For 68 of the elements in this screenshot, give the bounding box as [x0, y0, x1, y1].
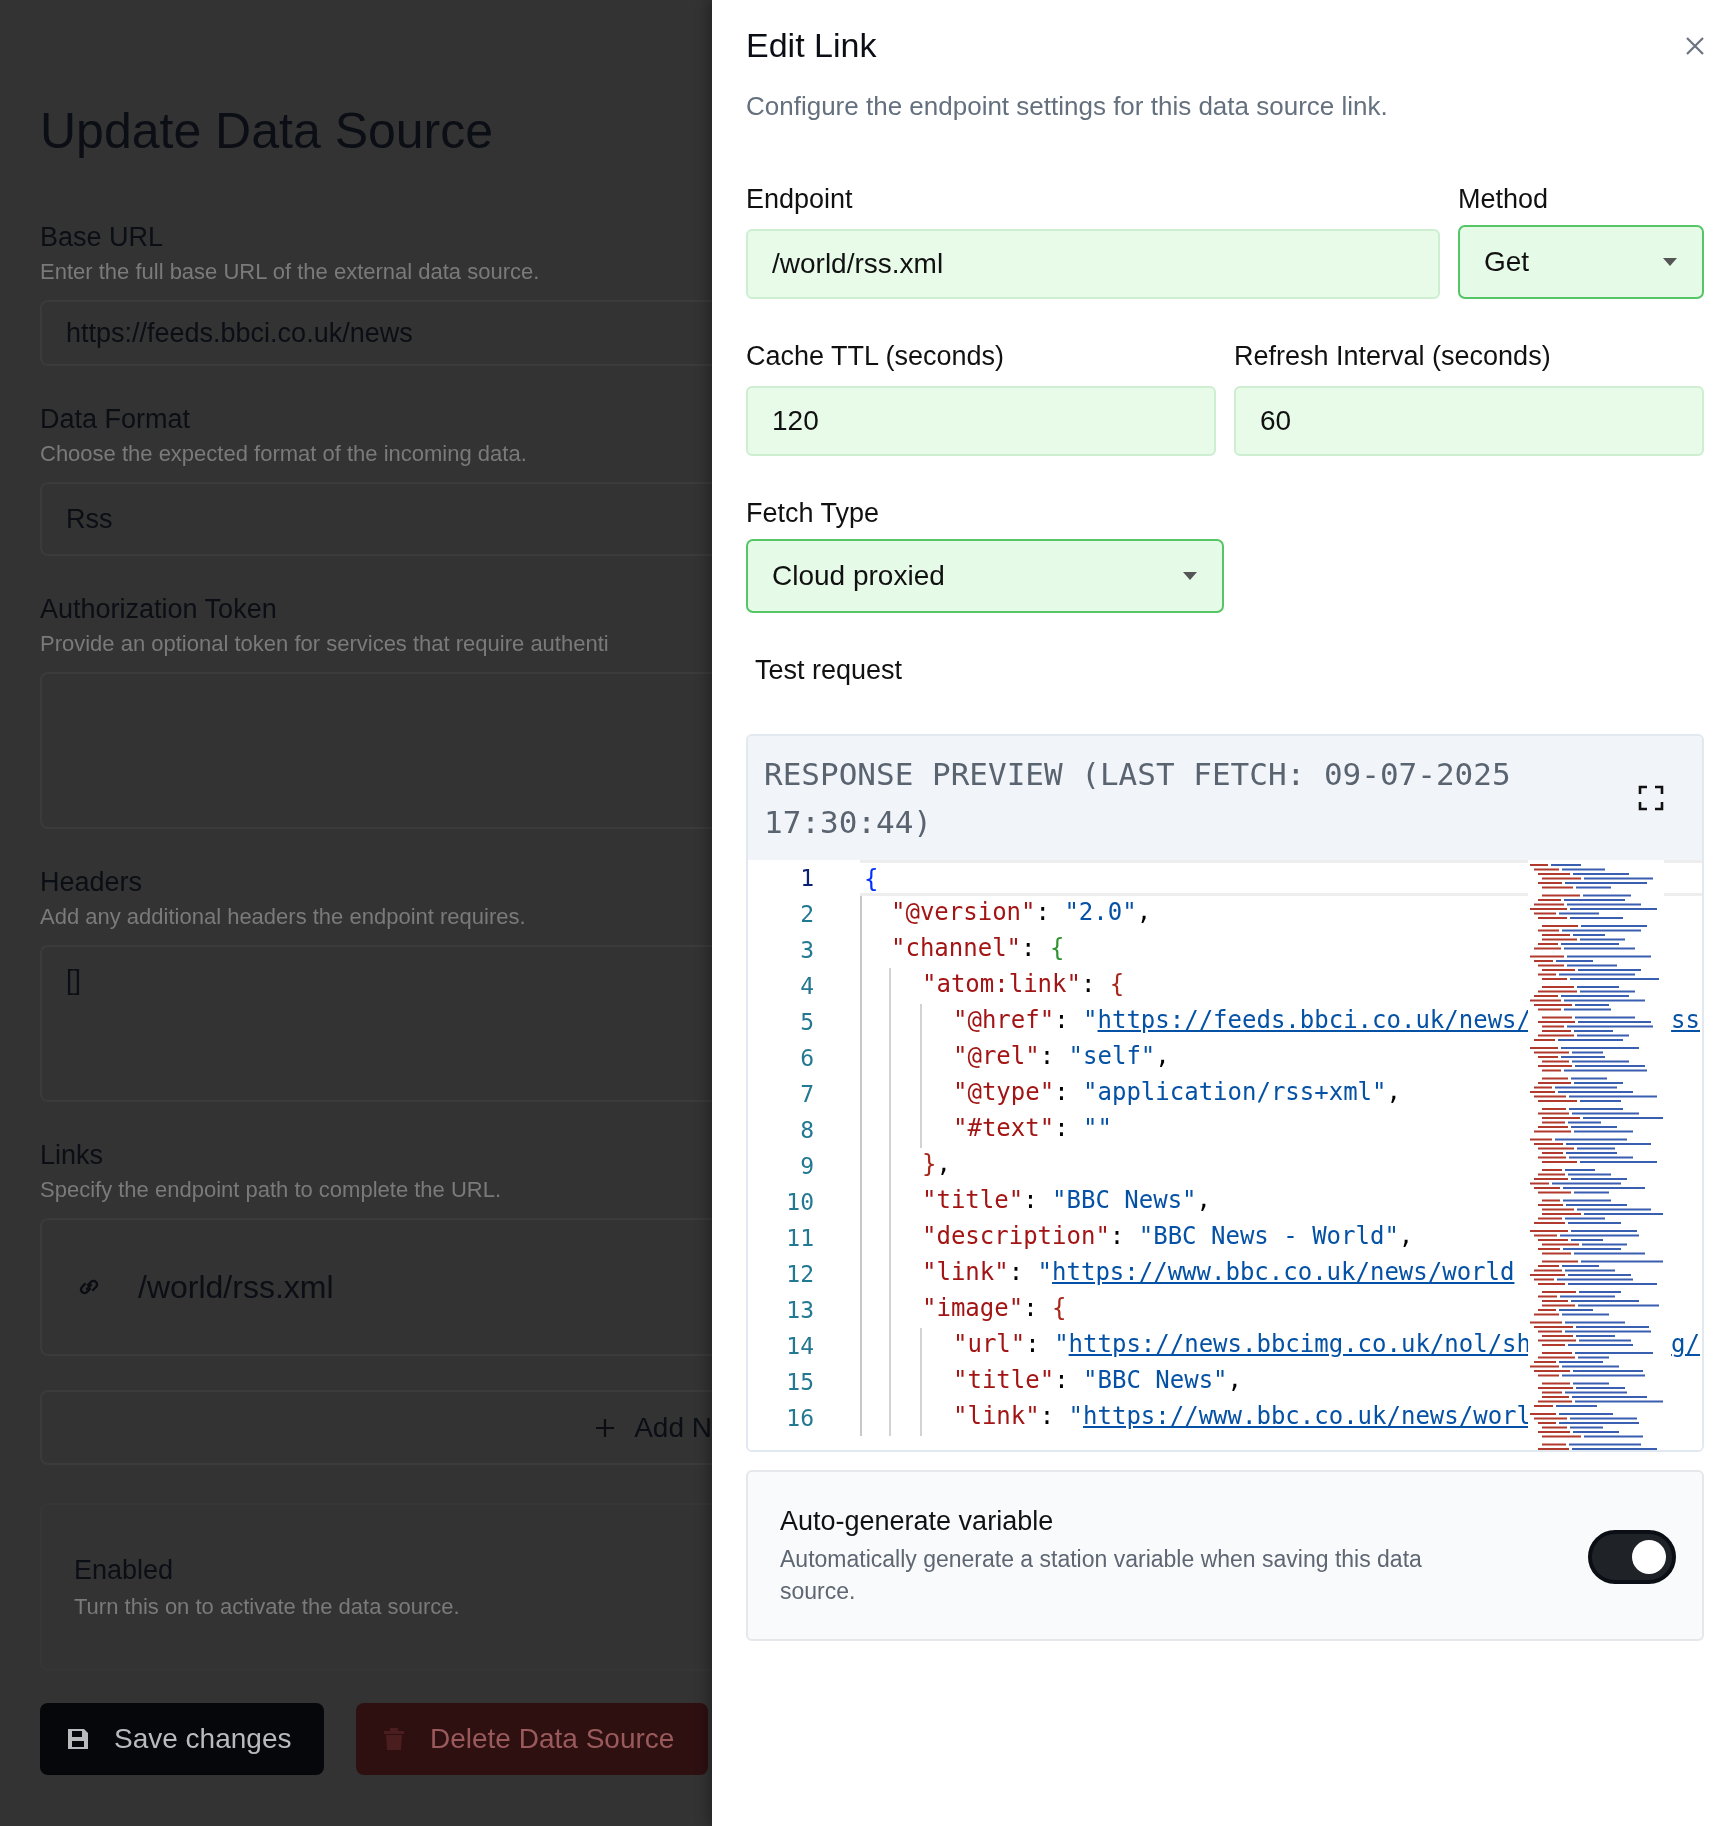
text-field[interactable]: 120	[746, 386, 1216, 456]
line-number: 9	[799, 1152, 815, 1181]
line-number: 15	[785, 1368, 815, 1397]
field-description: Enter the full base URL of the external data source.	[40, 259, 541, 285]
field-label: Method	[1458, 184, 1550, 215]
auto-generate-title: Auto-generate variable	[780, 1506, 1055, 1537]
drawer-description: Configure the endpoint settings for this data source link.	[746, 91, 1389, 122]
field-label: Fetch Type	[746, 498, 881, 529]
code-line: "@version": "2.0",	[890, 897, 1152, 928]
line-number: 14	[785, 1332, 815, 1361]
field-label: Endpoint	[746, 184, 854, 215]
code-line: "title": "BBC News",	[952, 1365, 1242, 1396]
field-description: Provide an optional token for services that require authenti	[40, 631, 610, 657]
code-link[interactable]: https://www.bbc.co.uk/news/worl	[1083, 1402, 1531, 1430]
field-label: Refresh Interval (seconds)	[1234, 341, 1552, 372]
code-link[interactable]: https://www.bbc.co.uk/news/world	[1052, 1258, 1515, 1286]
field-label: Cache TTL (seconds)	[746, 341, 1006, 372]
code-line: {	[863, 864, 879, 893]
section-heading: Test request	[755, 655, 904, 686]
close-icon	[1684, 34, 1706, 57]
field-description: Choose the expected format of the incoming data.	[40, 441, 528, 467]
code-line: "@href": "https://feeds.bbci.co.uk/news/	[952, 1005, 1531, 1036]
trash-icon	[382, 1727, 406, 1751]
field-description: Add any additional headers the endpoint requires.	[40, 904, 527, 930]
code-line: "@type": "application/rss+xml",	[952, 1077, 1401, 1108]
line-number: 7	[799, 1080, 815, 1109]
text-field[interactable]: 60	[1234, 386, 1704, 456]
code-link[interactable]: https://feeds.bbci.co.uk/news/	[1097, 1006, 1531, 1034]
line-number: 1	[799, 864, 815, 893]
line-number: 13	[785, 1296, 815, 1325]
fullscreen-icon[interactable]	[1638, 785, 1664, 811]
save-button[interactable]: Save changes	[40, 1703, 324, 1775]
text-field[interactable]: /world/rss.xml	[746, 229, 1440, 299]
code-line: "link": "https://www.bbc.co.uk/news/worl	[952, 1401, 1531, 1432]
line-number: 2	[799, 900, 815, 929]
line-number: 3	[799, 936, 815, 965]
plus-icon	[594, 1416, 617, 1439]
enabled-description: Turn this on to activate the data source.	[74, 1594, 461, 1620]
select-field[interactable]: Get	[1458, 225, 1704, 299]
code-line: "channel": {	[890, 933, 1065, 964]
code-link[interactable]: https://news.bbcimg.co.uk/nol/sh	[1068, 1330, 1531, 1358]
line-number: 16	[785, 1404, 815, 1433]
auto-generate-description: Automatically generate a station variable when saving this data source.	[780, 1545, 1423, 1606]
line-number: 5	[799, 1008, 815, 1037]
code-line: "@rel": "self",	[952, 1041, 1170, 1072]
field-description: Specify the endpoint path to complete the URL.	[40, 1177, 503, 1203]
select-field[interactable]: Cloud proxied	[746, 539, 1224, 613]
line-number: 10	[785, 1188, 815, 1217]
caret-icon	[1662, 257, 1678, 267]
line-number: 6	[799, 1044, 815, 1073]
line-number: 12	[785, 1260, 815, 1289]
code-line: "link": "https://www.bbc.co.uk/news/world	[921, 1257, 1515, 1288]
code-line: "#text": ""	[952, 1113, 1112, 1144]
line-number: 8	[799, 1116, 815, 1145]
code-line: "description": "BBC News - World",	[921, 1221, 1414, 1252]
code-line: "title": "BBC News",	[921, 1185, 1211, 1216]
toggle-switch[interactable]	[1588, 1529, 1676, 1584]
code-fragment: g/	[1671, 1329, 1700, 1360]
caret-icon	[1182, 571, 1198, 581]
code-line: },	[921, 1149, 951, 1180]
code-line: "atom:link": {	[921, 969, 1125, 1000]
line-number: 11	[785, 1224, 815, 1253]
line-number: 4	[799, 972, 815, 1001]
drawer-title: Edit Link	[746, 26, 877, 65]
code-line: "image": {	[921, 1293, 1067, 1324]
code-line: "url": "https://news.bbcimg.co.uk/nol/sh	[952, 1329, 1531, 1360]
preview-title: RESPONSE PREVIEW (LAST FETCH: 09-07-2025 17:30:44)	[764, 755, 1512, 842]
code-fragment: ss	[1671, 1005, 1700, 1036]
